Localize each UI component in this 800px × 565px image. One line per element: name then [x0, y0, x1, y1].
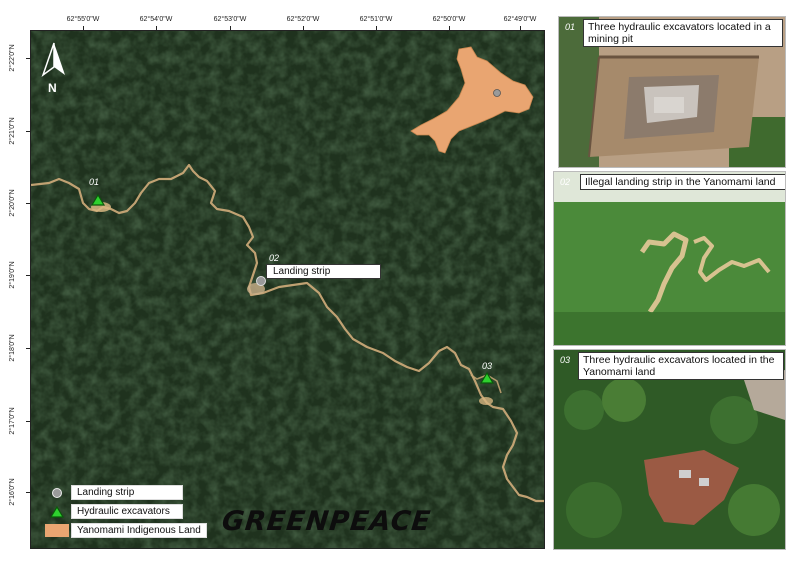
photo-number: 02 [560, 177, 571, 187]
tick-label: 2°17'0"N [9, 407, 16, 435]
photo-caption: Three hydraulic excavators located in a … [583, 19, 783, 47]
landing-strip-marker[interactable] [256, 276, 266, 286]
mining-clearing [479, 397, 493, 405]
tick-label: 62°50'0"W [432, 16, 466, 23]
satellite-map[interactable]: N 01 02 Landing strip 03 [30, 30, 545, 549]
photo-number: 03 [560, 355, 571, 365]
tick-label: 2°19'0"N [9, 261, 16, 289]
photo-03-excavators[interactable]: 03 Three hydraulic excavators located in… [553, 349, 786, 550]
tick-label: 2°22'0"N [9, 44, 16, 72]
legend-label: Yanomami Indigenous Land [71, 523, 207, 538]
tick-label: 2°16'0"N [9, 478, 16, 506]
legend-item-indigenous-land: Yanomami Indigenous Land [43, 521, 207, 540]
tick-label: 2°18'0"N [9, 334, 16, 362]
tick-label: 2°21'0"N [9, 117, 16, 145]
photo-01-mining-pit[interactable]: 01 Three hydraulic excavators located in… [558, 16, 786, 168]
indigenous-land-symbol [43, 523, 71, 538]
tick-label: 62°51'0"W [359, 16, 393, 23]
north-label: N [48, 81, 57, 95]
photo-02-landing-strip[interactable]: 02 Illegal landing strip in the Yanomami… [553, 171, 786, 346]
tick-label: 62°54'0"W [139, 16, 173, 23]
legend-label: Landing strip [71, 485, 183, 500]
greenpeace-logo: GREENPEACE [220, 506, 433, 537]
landing-strip-image [554, 172, 785, 345]
inset-location-marker [493, 89, 501, 97]
map-canvas [31, 31, 544, 548]
landing-strip-symbol [43, 485, 71, 500]
site-number: 02 [269, 253, 280, 263]
legend-item-landing-strip: Landing strip [43, 483, 207, 502]
north-arrow: N [39, 41, 69, 101]
site-number: 03 [482, 361, 493, 371]
tick-label: 2°20'0"N [9, 189, 16, 217]
legend-label: Hydraulic excavators [71, 504, 183, 519]
tick-label: 62°49'0"W [503, 16, 537, 23]
tick-label: 62°52'0"W [286, 16, 320, 23]
excavator-symbol [43, 504, 71, 519]
photo-caption: Three hydraulic excavators located in th… [578, 352, 784, 380]
photo-number: 01 [565, 22, 576, 32]
map-legend: Landing strip Hydraulic excavators Yanom… [43, 483, 207, 540]
tick-label: 62°55'0"W [66, 16, 100, 23]
site-number: 01 [89, 177, 100, 187]
legend-item-excavators: Hydraulic excavators [43, 502, 207, 521]
landing-strip-label: Landing strip [266, 264, 381, 279]
photo-caption: Illegal landing strip in the Yanomami la… [580, 174, 785, 190]
tick-label: 62°53'0"W [213, 16, 247, 23]
north-arrow-icon [41, 42, 65, 78]
